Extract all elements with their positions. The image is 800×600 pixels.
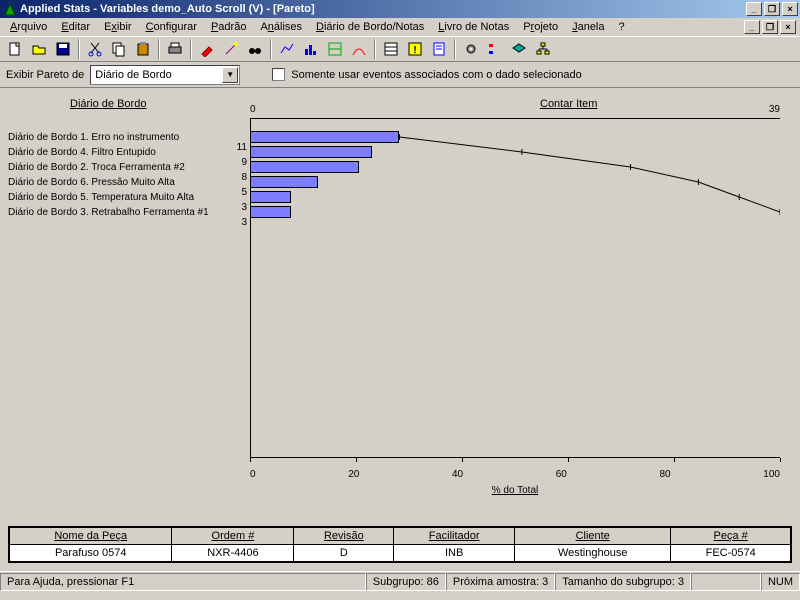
menubar: Arquivo Editar Exibir Configurar Padrão … bbox=[0, 18, 800, 36]
menu-arquivo[interactable]: Arquivo bbox=[4, 20, 53, 34]
minimize-button[interactable]: _ bbox=[746, 2, 762, 16]
pareto-label: Exibir Pareto de bbox=[6, 69, 84, 81]
chart3-icon[interactable] bbox=[324, 38, 346, 60]
chart1-icon[interactable] bbox=[276, 38, 298, 60]
bar-value: 3 bbox=[227, 202, 247, 213]
app-icon bbox=[2, 2, 16, 16]
paste-icon[interactable] bbox=[132, 38, 154, 60]
bar bbox=[250, 161, 359, 173]
dropdown-value: Diário de Bordo bbox=[95, 69, 171, 81]
layers-icon[interactable] bbox=[508, 38, 530, 60]
alert-icon[interactable]: ! bbox=[404, 38, 426, 60]
chevron-down-icon: ▼ bbox=[222, 67, 238, 83]
item-label: Diário de Bordo 5. Temperatura Muito Alt… bbox=[8, 190, 209, 205]
filter-checkbox[interactable] bbox=[272, 68, 285, 81]
grid-icon[interactable] bbox=[380, 38, 402, 60]
table-cell: INB bbox=[394, 545, 515, 562]
bar-value: 11 bbox=[227, 142, 247, 153]
item-label: Diário de Bordo 1. Erro no instrumento bbox=[8, 130, 209, 145]
item-label: Diário de Bordo 3. Retrabalho Ferramenta… bbox=[8, 205, 209, 220]
status-tamanho: Tamanho do subgrupo: 3 bbox=[555, 573, 691, 591]
control-bar: Exibir Pareto de Diário de Bordo ▼ Somen… bbox=[0, 62, 800, 88]
item-label: Diário de Bordo 2. Troca Ferramenta #2 bbox=[8, 160, 209, 175]
new-icon[interactable] bbox=[4, 38, 26, 60]
filter-label: Somente usar eventos associados com o da… bbox=[291, 69, 581, 81]
note-icon[interactable] bbox=[428, 38, 450, 60]
table-cell: Parafuso 0574 bbox=[10, 545, 172, 562]
menu-diario[interactable]: Diário de Bordo/Notas bbox=[310, 20, 430, 34]
mdi-minimize-button[interactable]: _ bbox=[744, 20, 760, 34]
tool-icon[interactable] bbox=[196, 38, 218, 60]
menu-projeto[interactable]: Projeto bbox=[517, 20, 564, 34]
binoculars-icon[interactable] bbox=[244, 38, 266, 60]
bar-value: 5 bbox=[227, 187, 247, 198]
chart4-icon[interactable] bbox=[348, 38, 370, 60]
pareto-chart: Diário de Bordo Contar Item Diário de Bo… bbox=[0, 88, 800, 518]
svg-text:!: ! bbox=[413, 45, 416, 56]
menu-exibir[interactable]: Exibir bbox=[98, 20, 138, 34]
info-table: Nome da PeçaOrdem #RevisãoFacilitadorCli… bbox=[8, 526, 792, 563]
item-label: Diário de Bordo 6. Pressão Muito Alta bbox=[8, 175, 209, 190]
menu-janela[interactable]: Janela bbox=[566, 20, 610, 34]
table-header: Nome da Peça bbox=[10, 528, 172, 545]
status-help: Para Ajuda, pressionar F1 bbox=[0, 573, 366, 591]
table-header: Revisão bbox=[294, 528, 394, 545]
item-labels: Diário de Bordo 1. Erro no instrumentoDi… bbox=[8, 130, 209, 220]
menu-editar[interactable]: Editar bbox=[55, 20, 96, 34]
titlebar: Applied Stats - Variables demo_Auto Scro… bbox=[0, 0, 800, 18]
gear-icon[interactable] bbox=[460, 38, 482, 60]
x-axis-label: % do Total bbox=[250, 485, 780, 496]
copy-icon[interactable] bbox=[108, 38, 130, 60]
plot-area: 039 1198533 020406080100 % do Total bbox=[250, 118, 780, 478]
statusbar: Para Ajuda, pressionar F1 Subgrupo: 86 P… bbox=[0, 571, 800, 591]
status-num: NUM bbox=[761, 573, 800, 591]
bar bbox=[250, 191, 291, 203]
close-button[interactable]: × bbox=[782, 2, 798, 16]
table-header: Cliente bbox=[515, 528, 671, 545]
hierarchy-icon[interactable] bbox=[532, 38, 554, 60]
table-cell: NXR-4406 bbox=[172, 545, 294, 562]
open-icon[interactable] bbox=[28, 38, 50, 60]
chart-left-title: Diário de Bordo bbox=[70, 98, 146, 110]
wand-icon[interactable] bbox=[220, 38, 242, 60]
mdi-restore-button[interactable]: ❐ bbox=[762, 20, 778, 34]
bar bbox=[250, 176, 318, 188]
cut-icon[interactable] bbox=[84, 38, 106, 60]
menu-configurar[interactable]: Configurar bbox=[140, 20, 203, 34]
maximize-button[interactable]: ❐ bbox=[764, 2, 780, 16]
bar-value: 8 bbox=[227, 172, 247, 183]
menu-livro[interactable]: Livro de Notas bbox=[432, 20, 515, 34]
bar bbox=[250, 146, 372, 158]
status-proxima: Próxima amostra: 3 bbox=[446, 573, 555, 591]
window-title: Applied Stats - Variables demo_Auto Scro… bbox=[20, 3, 746, 15]
legend-icon[interactable] bbox=[484, 38, 506, 60]
bar bbox=[250, 206, 291, 218]
print-icon[interactable] bbox=[164, 38, 186, 60]
table-cell: Westinghouse bbox=[515, 545, 671, 562]
bar-value: 9 bbox=[227, 157, 247, 168]
table-header: Facilitador bbox=[394, 528, 515, 545]
mdi-close-button[interactable]: × bbox=[780, 20, 796, 34]
save-icon[interactable] bbox=[52, 38, 74, 60]
table-cell: D bbox=[294, 545, 394, 562]
menu-padrao[interactable]: Padrão bbox=[205, 20, 252, 34]
menu-help[interactable]: ? bbox=[613, 20, 631, 34]
chart2-icon[interactable] bbox=[300, 38, 322, 60]
pareto-dropdown[interactable]: Diário de Bordo ▼ bbox=[90, 65, 240, 85]
item-label: Diário de Bordo 4. Filtro Entupido bbox=[8, 145, 209, 160]
table-header: Peça # bbox=[671, 528, 791, 545]
table-cell: FEC-0574 bbox=[671, 545, 791, 562]
menu-analises[interactable]: Análises bbox=[254, 20, 308, 34]
bar-value: 3 bbox=[227, 217, 247, 228]
toolbar: ! bbox=[0, 36, 800, 62]
status-subgrupo: Subgrupo: 86 bbox=[366, 573, 446, 591]
bar bbox=[250, 131, 399, 143]
table-header: Ordem # bbox=[172, 528, 294, 545]
